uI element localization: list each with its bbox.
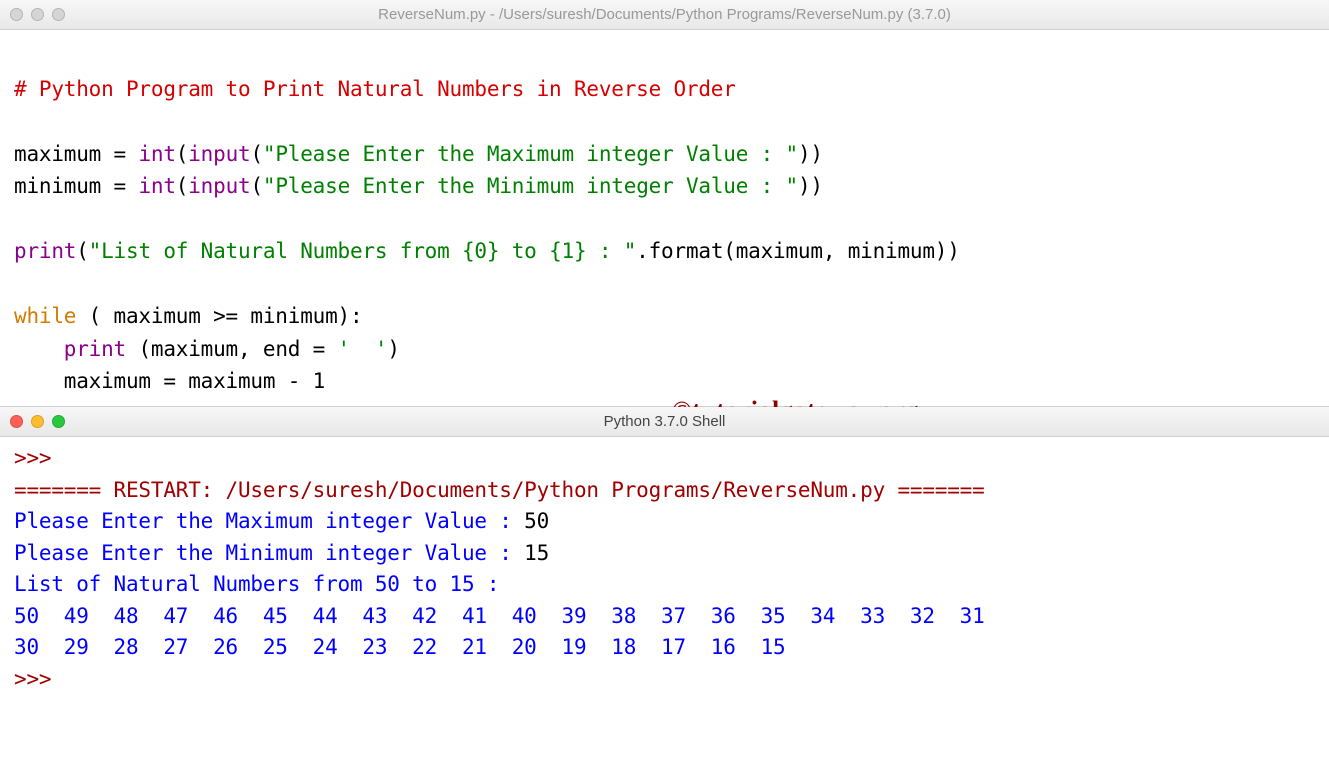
editor-window-title: ReverseNum.py - /Users/suresh/Documents/…: [0, 6, 1329, 23]
shell-titlebar: Python 3.7.0 Shell: [0, 407, 1329, 437]
input-prompt: Please Enter the Maximum integer Value :: [14, 509, 524, 533]
builtin-input: input: [188, 174, 250, 198]
minimize-icon[interactable]: [31, 415, 44, 428]
output-line: List of Natural Numbers from 50 to 15 :: [14, 572, 512, 596]
keyword-while: while: [14, 304, 76, 328]
editor-traffic-lights: [10, 8, 65, 21]
string-literal: "Please Enter the Minimum integer Value …: [263, 174, 798, 198]
zoom-icon[interactable]: [52, 415, 65, 428]
builtin-input: input: [188, 142, 250, 166]
user-input: 15: [524, 541, 549, 565]
shell-prompt: >>>: [14, 667, 64, 691]
builtin-print: print: [64, 337, 126, 361]
code-text: maximum = maximum - 1: [14, 369, 325, 393]
shell-traffic-lights: [10, 415, 65, 428]
output-numbers: 30 29 28 27 26 25 24 23 22 21 20 19 18 1…: [14, 635, 810, 659]
builtin-print: print: [14, 239, 76, 263]
code-text: minimum =: [14, 174, 138, 198]
code-text: maximum =: [14, 142, 138, 166]
editor-titlebar: ReverseNum.py - /Users/suresh/Documents/…: [0, 0, 1329, 30]
shell-output[interactable]: >>> ======= RESTART: /Users/suresh/Docum…: [0, 437, 1329, 701]
string-literal: "List of Natural Numbers from {0} to {1}…: [89, 239, 637, 263]
string-literal: "Please Enter the Maximum integer Value …: [263, 142, 798, 166]
code-comment: # Python Program to Print Natural Number…: [14, 77, 736, 101]
output-numbers: 50 49 48 47 46 45 44 43 42 41 40 39 38 3…: [14, 604, 1009, 628]
minimize-icon[interactable]: [31, 8, 44, 21]
builtin-int: int: [138, 142, 175, 166]
restart-banner: ======= RESTART: /Users/suresh/Documents…: [14, 478, 985, 502]
builtin-int: int: [138, 174, 175, 198]
close-icon[interactable]: [10, 8, 23, 21]
zoom-icon[interactable]: [52, 8, 65, 21]
input-prompt: Please Enter the Minimum integer Value :: [14, 541, 524, 565]
shell-window-title: Python 3.7.0 Shell: [0, 413, 1329, 430]
user-input: 50: [524, 509, 549, 533]
code-editor[interactable]: # Python Program to Print Natural Number…: [0, 30, 1329, 406]
shell-prompt: >>>: [14, 446, 64, 470]
string-literal: ' ': [338, 337, 388, 361]
close-icon[interactable]: [10, 415, 23, 428]
